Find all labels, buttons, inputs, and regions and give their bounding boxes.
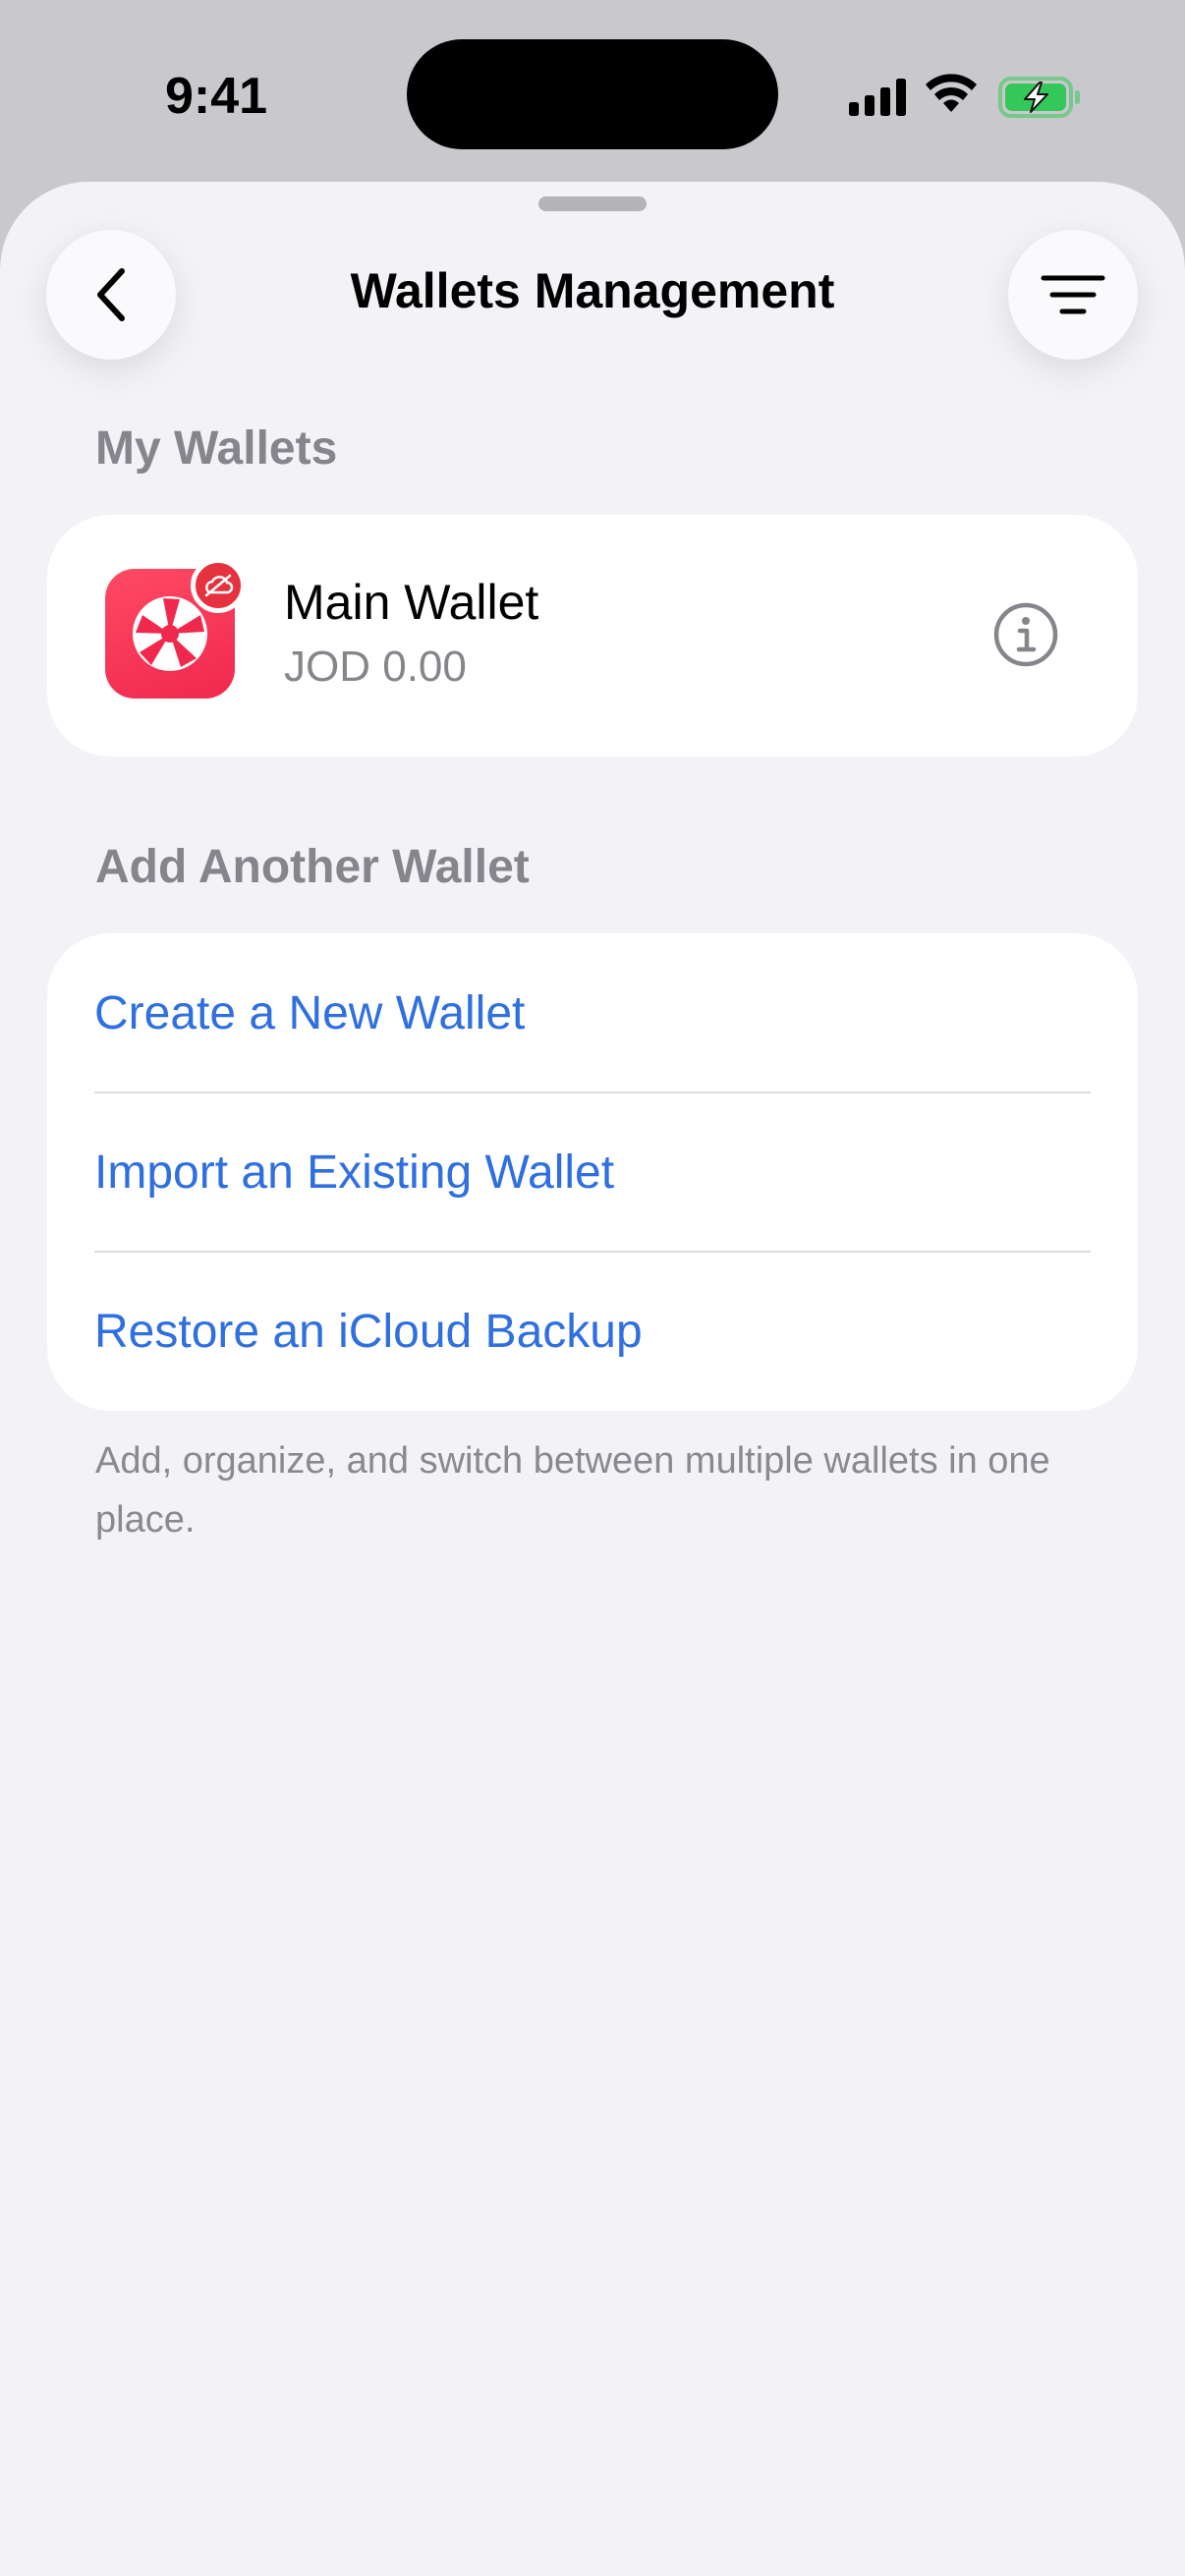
wallet-balance: JOD 0.00 <box>284 643 467 691</box>
import-existing-wallet-button[interactable]: Import an Existing Wallet <box>94 1092 1091 1252</box>
add-wallet-header: Add Another Wallet <box>95 841 530 893</box>
wallet-card-main[interactable]: Main Wallet JOD 0.00 <box>47 515 1138 756</box>
battery-charging-icon <box>998 77 1080 118</box>
create-new-wallet-button[interactable]: Create a New Wallet <box>94 933 1091 1092</box>
restore-icloud-backup-button[interactable]: Restore an iCloud Backup <box>94 1252 1091 1411</box>
sheet-grabber[interactable] <box>538 196 647 211</box>
cloud-off-icon <box>191 558 246 613</box>
cellular-signal-icon <box>849 79 906 116</box>
my-wallets-header: My Wallets <box>95 422 338 475</box>
status-bar: 9:41 <box>0 0 1185 182</box>
dynamic-island <box>407 39 778 149</box>
filter-lines-icon <box>1041 275 1105 314</box>
wifi-icon <box>926 74 977 112</box>
add-wallet-actions: Create a New Wallet Import an Existing W… <box>47 933 1138 1411</box>
status-time: 9:41 <box>165 68 268 125</box>
wallet-name: Main Wallet <box>284 575 539 630</box>
footer-note: Add, organize, and switch between multip… <box>95 1440 1050 1540</box>
wallets-sheet: Wallets Management My Wallets Main Walle… <box>0 182 1185 2576</box>
filter-button[interactable] <box>1008 230 1138 360</box>
info-circle-icon[interactable] <box>992 601 1059 668</box>
